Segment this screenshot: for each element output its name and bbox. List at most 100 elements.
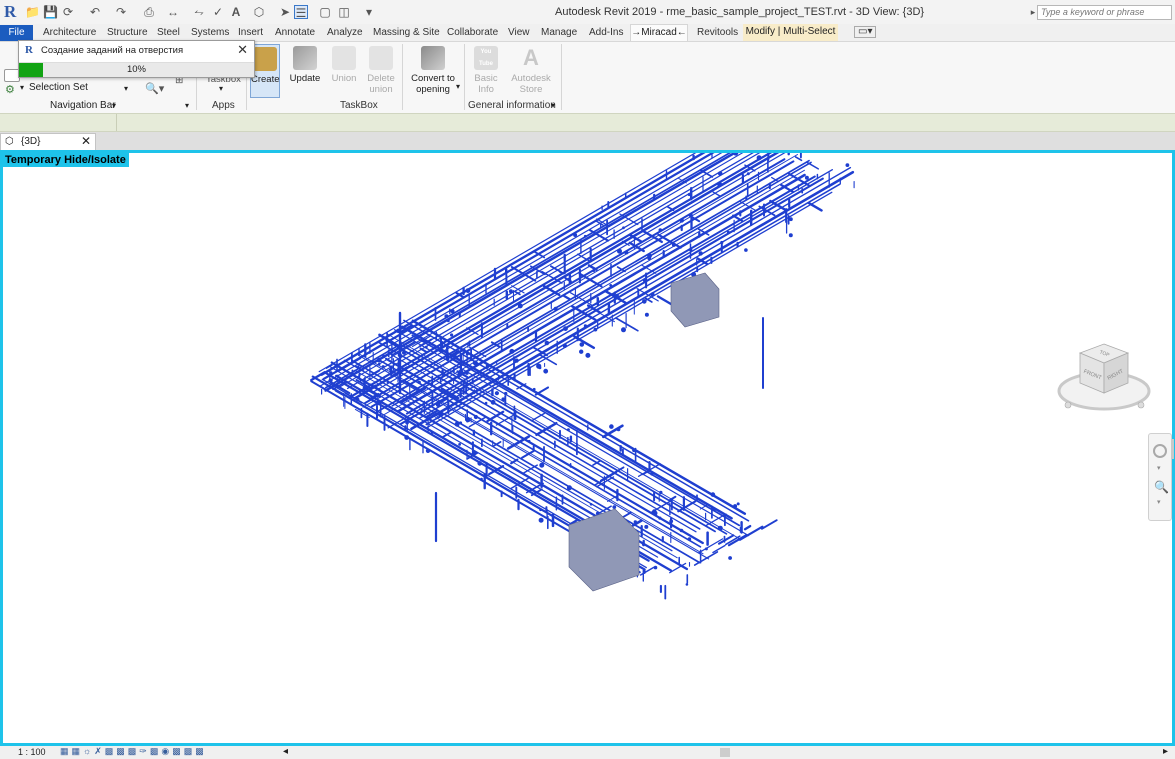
convert-to-opening-button[interactable]: Convert to opening xyxy=(408,44,458,95)
tab-structure[interactable]: Structure xyxy=(107,27,148,38)
pipe-fitting xyxy=(650,472,654,476)
pipe-fitting xyxy=(396,328,401,334)
pipe-fitting xyxy=(733,153,739,156)
zoom-dropdown-icon[interactable]: ▾ xyxy=(1157,498,1161,506)
scroll-left-icon[interactable]: ◂ xyxy=(283,746,288,757)
pipe-fitting xyxy=(679,528,684,533)
3d-view-icon[interactable]: ⬡ xyxy=(252,5,266,19)
zoom-region-icon[interactable]: 🔍▾ xyxy=(145,82,164,95)
horizontal-scrollbar-thumb[interactable] xyxy=(720,748,730,757)
update-button[interactable]: Update xyxy=(287,44,323,84)
undo-icon[interactable]: ↶ xyxy=(88,5,102,19)
pipe-segment xyxy=(615,317,639,332)
selection-set-icon[interactable]: ⚙ xyxy=(5,83,15,96)
pipe-fitting xyxy=(756,155,762,161)
tab-steel[interactable]: Steel xyxy=(157,27,180,38)
pipe-fitting xyxy=(450,309,455,314)
text-icon[interactable]: A xyxy=(229,5,243,19)
tab-manage[interactable]: Manage xyxy=(541,27,577,38)
scroll-right-icon[interactable]: ▸ xyxy=(1163,746,1168,757)
delete-union-button[interactable]: Delete union xyxy=(364,44,398,95)
tab-systems[interactable]: Systems xyxy=(191,27,229,38)
pipe-fitting xyxy=(490,399,496,405)
selection-set-label[interactable]: Selection Set xyxy=(29,82,88,93)
pipe-fitting xyxy=(845,163,850,168)
tab-annotate[interactable]: Annotate xyxy=(275,27,315,38)
general-information-dropdown-icon[interactable]: ▾ xyxy=(551,101,555,110)
measure-icon[interactable]: ↔ xyxy=(166,5,180,19)
pipe-fitting xyxy=(472,360,478,366)
pipe-segment xyxy=(510,266,537,282)
zoom-icon[interactable]: 🔍 xyxy=(1154,480,1169,494)
print-icon[interactable]: ⎙ xyxy=(142,5,156,19)
3d-model-view[interactable] xyxy=(3,153,1172,743)
navigation-bar-panel-label[interactable]: Navigation Bar xyxy=(50,100,116,111)
customize-qat-icon[interactable]: ▾ xyxy=(362,5,376,19)
tab-add-ins[interactable]: Add-Ins xyxy=(589,27,623,38)
pipe-fitting xyxy=(538,366,542,370)
close-progress-icon[interactable]: ✕ xyxy=(237,42,248,58)
thin-lines-icon[interactable]: ☰ xyxy=(294,5,308,20)
tab-view[interactable]: View xyxy=(508,27,530,38)
tab-miracad[interactable]: →Miracad← xyxy=(630,24,688,41)
pipe-fitting xyxy=(382,354,386,359)
selection-set-dropdown-icon[interactable]: ▾ xyxy=(20,83,24,92)
pipe-fitting xyxy=(508,289,513,294)
pipe-segment xyxy=(534,386,550,396)
tab-insert[interactable]: Insert xyxy=(238,27,263,38)
sync-icon[interactable]: ⟳ xyxy=(61,5,75,19)
view-scale[interactable]: 1 : 100 xyxy=(18,747,46,757)
pipe-fitting xyxy=(532,387,536,391)
create-icon xyxy=(253,47,277,71)
view-control-icons[interactable]: ▦▦☼✗▩▩▩✑▩◉▩▩▩ xyxy=(60,746,207,757)
dimension-icon[interactable]: ⥊ xyxy=(192,5,206,19)
pipe-fitting xyxy=(357,365,360,368)
pipe-fitting xyxy=(484,401,488,405)
open-icon[interactable]: 📁 xyxy=(25,5,40,19)
tab-architecture[interactable]: Architecture xyxy=(43,27,96,38)
tab-analyze[interactable]: Analyze xyxy=(327,27,363,38)
autodesk-store-icon: A xyxy=(523,45,539,70)
pipe-segment xyxy=(357,354,710,560)
ribbon-display-toggle-icon[interactable]: ▭▾ xyxy=(854,26,877,38)
tab-modify-multi-select[interactable]: Modify | Multi-Select xyxy=(743,24,838,41)
steering-wheel-icon[interactable] xyxy=(1153,444,1167,458)
close-view-icon[interactable]: ✕ xyxy=(81,134,91,149)
steering-wheel-dropdown-icon[interactable]: ▾ xyxy=(1157,464,1161,472)
taskbox-dropdown-icon[interactable]: ▾ xyxy=(219,84,223,93)
viewcube-home-icon[interactable] xyxy=(1064,401,1072,409)
section-icon[interactable]: ➤ xyxy=(278,5,292,19)
ribbon-tabs: File Architecture Structure Steel System… xyxy=(0,24,1175,41)
pipe-fitting xyxy=(563,326,568,332)
redo-icon[interactable]: ↷ xyxy=(114,5,128,19)
navigation-bar-dropdown-icon[interactable]: ▾ xyxy=(112,101,116,110)
help-search-input[interactable]: Type a keyword or phrase xyxy=(1037,5,1172,20)
general-information-panel-label: General information xyxy=(468,100,556,111)
pipe-segment xyxy=(538,354,558,366)
view-tab-3d[interactable]: ⬡ {3D} ✕ xyxy=(0,133,96,150)
save-icon[interactable]: 💾 xyxy=(43,5,58,19)
tab-revitools[interactable]: Revitools xyxy=(697,27,738,38)
canvas-scroll-marker[interactable] xyxy=(1171,439,1174,459)
pipe-fitting xyxy=(405,420,409,425)
basic-info-label: Basic Info xyxy=(474,73,498,95)
viewcube-menu-icon[interactable] xyxy=(1137,401,1145,409)
pipe-fitting xyxy=(609,424,614,429)
revit-logo[interactable]: R xyxy=(4,2,16,22)
close-hidden-icon[interactable]: ▢ xyxy=(318,5,332,19)
viewcube[interactable]: TOP FRONT RIGHT xyxy=(1056,341,1156,421)
drawing-area[interactable]: Temporary Hide/Isolate TOP FRONT RIGHT ▾… xyxy=(0,150,1175,746)
panel-expander-icon[interactable]: ▾ xyxy=(185,101,189,110)
selection-set-combo-arrow-icon[interactable]: ▾ xyxy=(124,84,128,93)
union-button[interactable]: Union xyxy=(328,44,360,84)
switch-windows-icon[interactable]: ◫ xyxy=(337,5,351,19)
tag-icon[interactable]: ✓ xyxy=(211,5,225,19)
tab-file[interactable]: File xyxy=(0,25,33,41)
pipe-segment xyxy=(530,412,546,422)
tab-massing-site[interactable]: Massing & Site xyxy=(373,27,440,38)
convert-dropdown-icon[interactable]: ▾ xyxy=(456,82,460,91)
autodesk-store-button[interactable]: A Autodesk Store xyxy=(508,44,554,96)
basic-info-button[interactable]: You Tube Basic Info xyxy=(470,44,502,95)
tab-collaborate[interactable]: Collaborate xyxy=(447,27,498,38)
pipe-segment xyxy=(738,525,764,541)
